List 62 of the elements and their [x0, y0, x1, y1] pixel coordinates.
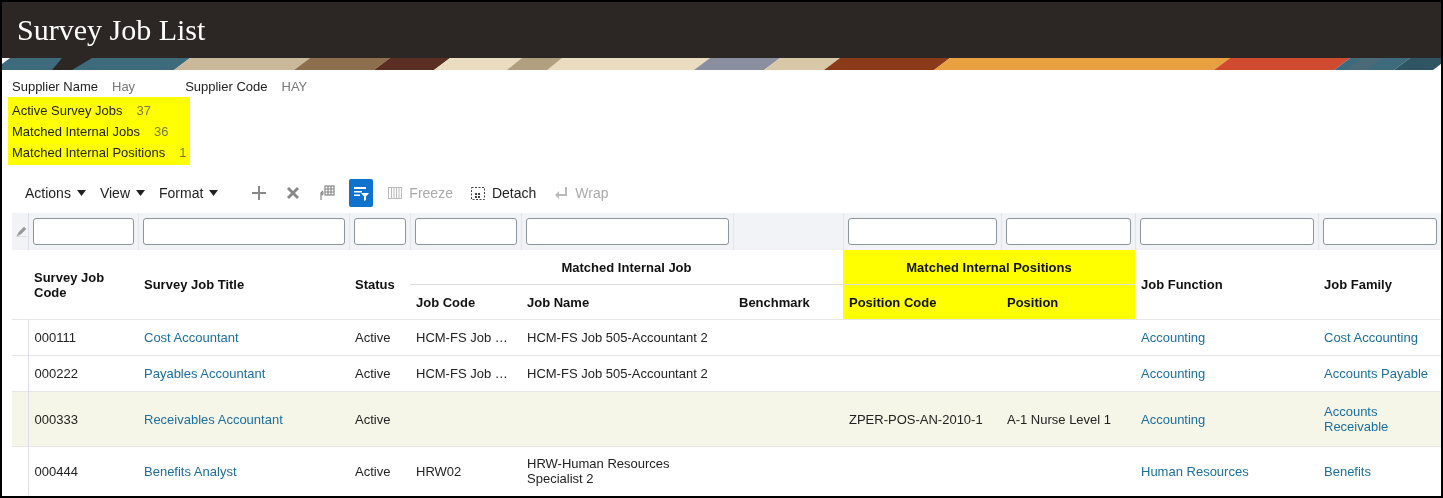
detach-button[interactable]: Detach	[465, 179, 540, 207]
table-link[interactable]: Accounts Payable	[1324, 366, 1435, 381]
table-link[interactable]: Accounting	[1141, 330, 1312, 345]
grid-export-icon	[318, 184, 337, 202]
page-title: Survey Job List	[17, 13, 206, 47]
menu-button[interactable]: Format	[156, 185, 222, 201]
table-cell: Active	[355, 463, 391, 479]
table-cell: HCM-FS Job 505-Accountant 2	[527, 366, 708, 381]
table-cell: Active	[355, 411, 391, 427]
count-label: Matched Internal Jobs	[12, 124, 140, 139]
column-header: Position	[1001, 284, 1135, 320]
table-cell: HRW-Human Resources Specialist 2	[527, 456, 670, 486]
filter-icon	[352, 184, 371, 202]
table-cell: 000222	[34, 366, 78, 381]
field-value: Hay	[112, 78, 136, 94]
count-value: 36	[153, 124, 169, 139]
add-icon	[250, 184, 269, 202]
menu-button[interactable]: View	[96, 185, 148, 201]
table-link[interactable]: Benefits	[1324, 463, 1435, 479]
table-link[interactable]: Cost Accounting	[1324, 330, 1435, 345]
table-link[interactable]: Human Resources	[1141, 463, 1312, 479]
table-link[interactable]: Cost Accountant	[144, 330, 343, 345]
column-header: Job Function	[1135, 250, 1318, 320]
column-header: Survey Job Title	[138, 250, 349, 320]
table-link[interactable]: Payables Accountant	[144, 366, 343, 381]
count-value: 1	[179, 145, 187, 160]
field-value: HAY	[281, 78, 308, 94]
table-cell: HCM-FS Job …	[416, 330, 508, 345]
column-header: Position Code	[843, 284, 1001, 320]
caret-icon	[209, 190, 219, 196]
field-label: Supplier Code	[185, 78, 268, 94]
column-header: Job Name	[521, 284, 733, 320]
column-header: Status	[349, 250, 410, 320]
column-header: Benchmark	[733, 284, 843, 320]
table-cell: Active	[355, 366, 391, 381]
menu-button[interactable]: Actions	[22, 185, 89, 201]
pencil-icon	[16, 226, 27, 237]
table-link[interactable]: Accounting	[1141, 366, 1312, 381]
count-value: 37	[136, 103, 151, 118]
field-label: Supplier Name	[12, 78, 98, 94]
column-header: Survey Job Code	[28, 250, 138, 320]
count-label: Matched Internal Positions	[12, 145, 166, 160]
table-cell: HCM-FS Job 505-Accountant 2	[527, 330, 708, 345]
column-group-header: Matched Internal Job	[410, 250, 843, 285]
table-cell: HRW02	[416, 463, 462, 479]
table-cell: A-1 Nurse Level 1	[1007, 411, 1112, 427]
grid-icon	[386, 184, 405, 202]
table-cell: 000111	[34, 330, 76, 345]
detach-icon	[468, 184, 487, 202]
table-cell: ZPER-POS-AN-2010-1	[849, 411, 983, 427]
filter-button[interactable]	[349, 179, 374, 207]
column-header: Job Code	[410, 284, 521, 320]
table-cell: Active	[355, 330, 391, 345]
column-header: Job Family	[1318, 250, 1441, 320]
caret-icon	[136, 190, 145, 196]
column-group-header: Matched Internal Positions	[843, 250, 1135, 285]
count-label: Active Survey Jobs	[12, 103, 123, 118]
caret-icon	[76, 190, 86, 196]
table-cell: 000444	[34, 463, 78, 479]
table-cell: 000333	[34, 411, 78, 427]
table-link[interactable]: Benefits Analyst	[144, 463, 343, 479]
table-cell: HCM-FS Job …	[416, 366, 508, 381]
